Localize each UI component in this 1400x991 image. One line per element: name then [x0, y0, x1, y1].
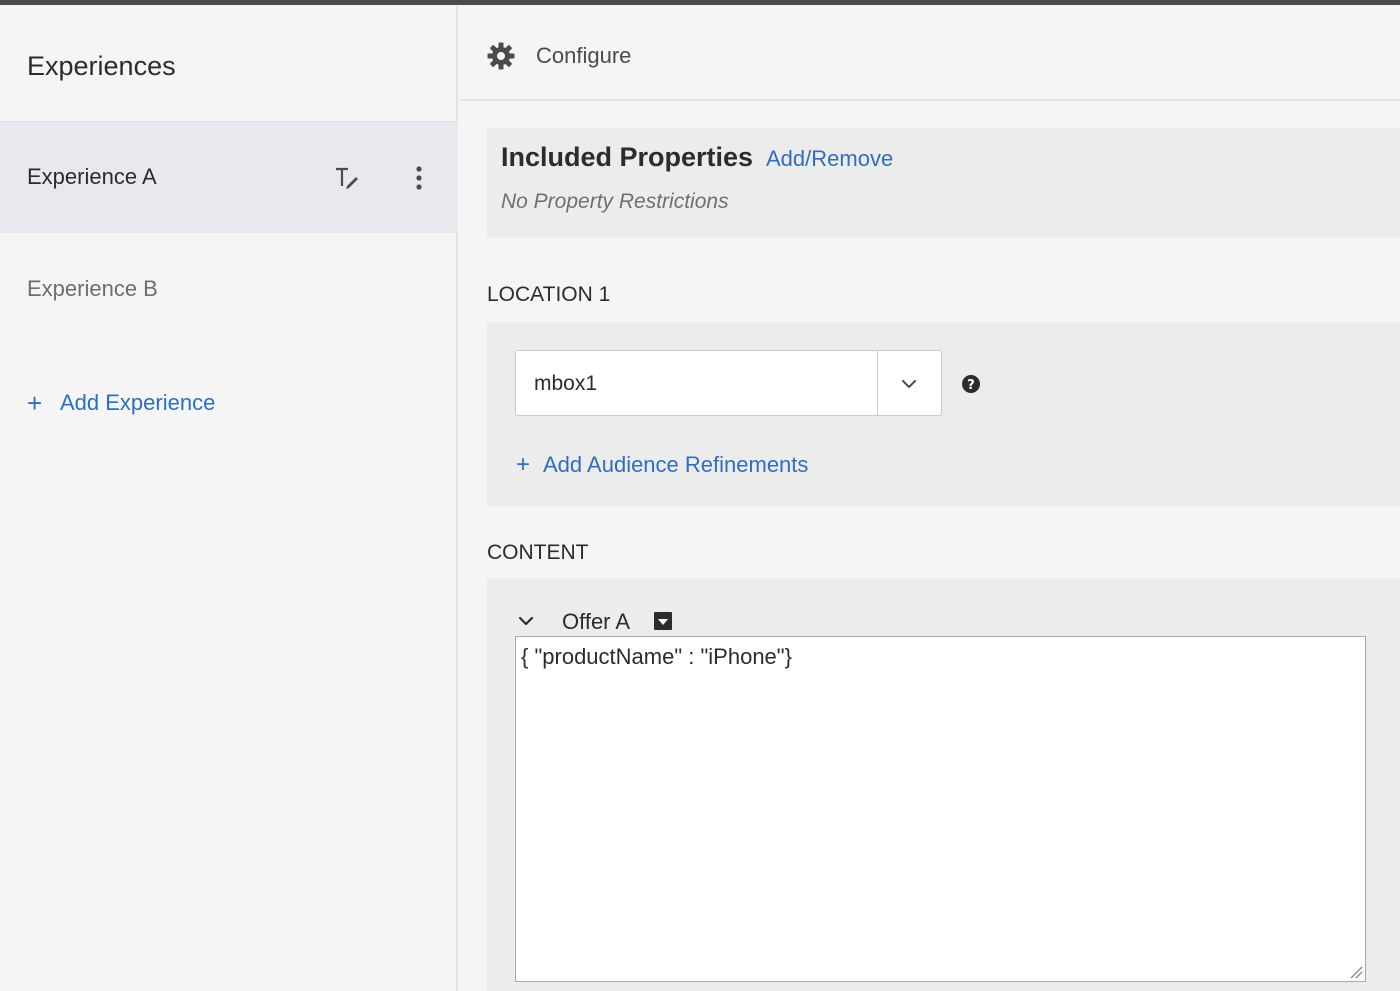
add-experience-button[interactable]: + Add Experience: [27, 390, 215, 416]
location-panel: mbox1 ? + Add Audience Refinements: [487, 322, 1400, 506]
mbox-value: mbox1: [534, 372, 598, 395]
experiences-sidebar: Experiences Experience A Experience B + …: [0, 5, 458, 991]
configure-header: Configure: [460, 5, 1400, 101]
content-panel: Offer A { "productName" : "iPhone"}: [487, 579, 1400, 991]
location-section-label: LOCATION 1: [487, 283, 611, 306]
experience-item-a[interactable]: Experience A: [0, 122, 458, 233]
mbox-select[interactable]: mbox1: [515, 350, 942, 416]
resize-grip-icon[interactable]: [1349, 965, 1363, 979]
add-remove-link[interactable]: Add/Remove: [766, 146, 893, 172]
included-properties-title: Included Properties: [501, 142, 754, 172]
offer-code-editor[interactable]: { "productName" : "iPhone"}: [515, 636, 1366, 982]
svg-text:?: ?: [967, 378, 975, 393]
plus-icon: +: [27, 388, 43, 418]
select-divider: [877, 351, 878, 415]
included-properties-panel: Included Properties Add/Remove No Proper…: [487, 128, 1400, 238]
experience-label: Experience B: [27, 276, 158, 301]
plus-icon: +: [516, 451, 531, 478]
gear-icon: [487, 42, 515, 70]
collapse-chevron-icon[interactable]: [517, 612, 535, 630]
add-audience-refinements-label: Add Audience Refinements: [543, 452, 809, 477]
content-section-label: CONTENT: [487, 541, 589, 564]
add-experience-label: Add Experience: [60, 390, 216, 415]
help-icon[interactable]: ?: [961, 374, 981, 394]
experience-item-b[interactable]: Experience B: [0, 234, 458, 345]
property-restrictions-status: No Property Restrictions: [501, 190, 729, 213]
rename-text-icon[interactable]: [334, 165, 360, 191]
offer-menu-icon[interactable]: [654, 612, 672, 630]
configure-label: Configure: [536, 43, 632, 68]
sidebar-title: Experiences: [27, 51, 176, 81]
offer-label: Offer A: [562, 609, 631, 634]
add-audience-refinements-button[interactable]: + Add Audience Refinements: [516, 452, 808, 478]
chevron-down-icon[interactable]: [900, 375, 918, 393]
more-vertical-icon[interactable]: [410, 165, 428, 191]
experience-label: Experience A: [27, 164, 157, 189]
offer-code: { "productName" : "iPhone"}: [521, 644, 792, 669]
